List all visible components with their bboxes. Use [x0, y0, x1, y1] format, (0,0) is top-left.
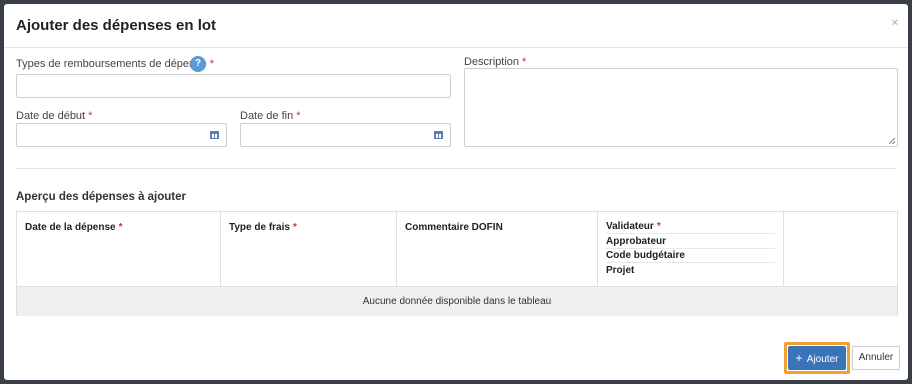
cancel-button[interactable]: Annuler	[852, 346, 900, 370]
approver-header: Approbateur	[606, 235, 775, 249]
close-icon[interactable]: ×	[892, 17, 898, 29]
validator-header: Validateur *	[606, 220, 775, 234]
add-button[interactable]: + Ajouter	[788, 346, 846, 370]
required-mark: *	[296, 110, 301, 122]
end-date-input[interactable]	[240, 123, 451, 147]
preview-title: Aperçu des dépenses à ajouter	[16, 191, 187, 203]
resize-handle-icon[interactable]	[889, 138, 895, 144]
end-date-label: Date de fin *	[240, 110, 301, 122]
types-input[interactable]	[16, 74, 451, 98]
start-date-input[interactable]	[16, 123, 227, 147]
required-mark: *	[209, 58, 215, 70]
required-mark: *	[88, 110, 93, 122]
add-expenses-modal: Ajouter des dépenses en lot × Types de r…	[4, 4, 908, 380]
modal-title: Ajouter des dépenses en lot	[16, 17, 217, 34]
project-header: Projet	[606, 264, 635, 276]
types-label: Types de remboursements de dépense *	[16, 58, 215, 70]
required-mark: *	[522, 56, 527, 68]
column-header-stack[interactable]: Validateur * Approbateur Code budgétaire …	[598, 212, 784, 286]
required-mark: *	[656, 221, 661, 232]
description-label: Description *	[464, 56, 527, 68]
calendar-icon[interactable]	[210, 131, 219, 139]
column-header-type[interactable]: Type de frais *	[221, 212, 397, 286]
required-mark: *	[118, 222, 123, 233]
modal-header: Ajouter des dépenses en lot ×	[4, 4, 908, 48]
budget-code-header: Code budgétaire	[606, 249, 775, 263]
description-textarea[interactable]	[464, 68, 898, 147]
empty-table-message: Aucune donnée disponible dans le tableau	[17, 286, 897, 316]
column-header-actions	[784, 212, 897, 286]
start-date-label: Date de début *	[16, 110, 93, 122]
divider	[16, 168, 896, 169]
required-mark: *	[292, 222, 297, 233]
calendar-icon[interactable]	[434, 131, 443, 139]
column-header-comment[interactable]: Commentaire DOFIN	[397, 212, 598, 286]
help-icon[interactable]: ?	[190, 56, 206, 72]
plus-icon: +	[795, 351, 803, 365]
column-header-date[interactable]: Date de la dépense *	[17, 212, 221, 286]
preview-table: Date de la dépense * Type de frais * Comme…	[16, 211, 898, 316]
